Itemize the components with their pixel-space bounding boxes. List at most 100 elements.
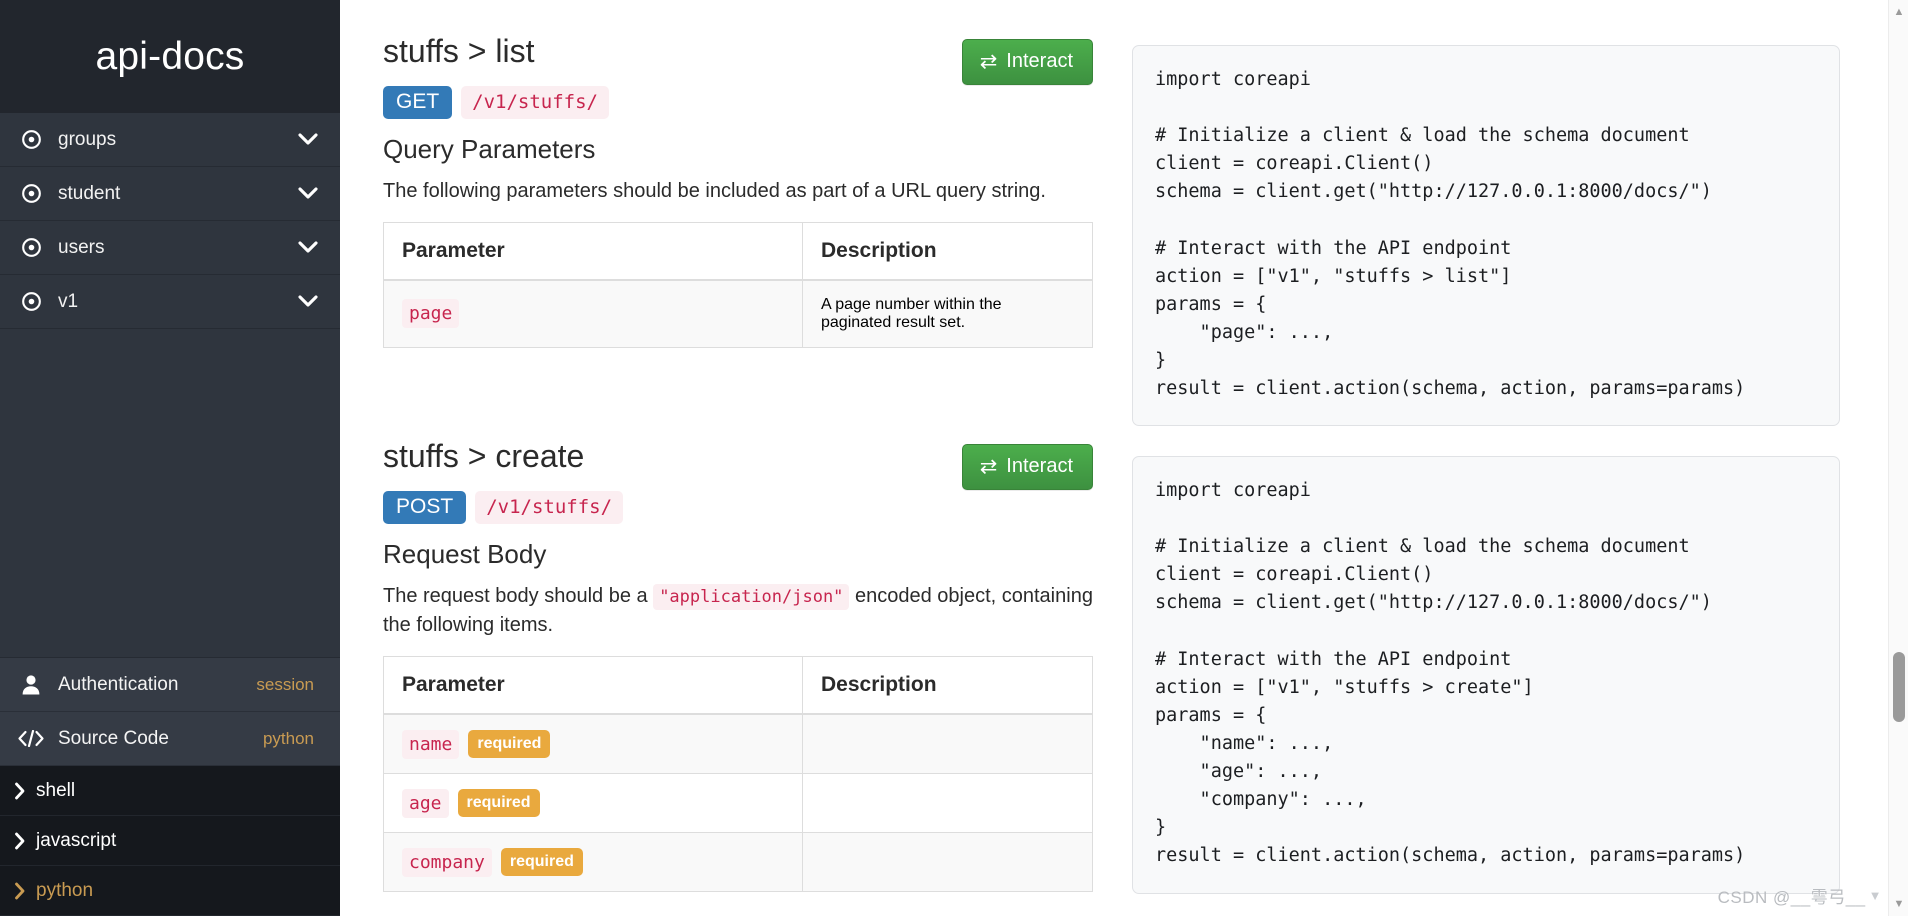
section-list-left: stuffs > list ⇄ Interact GET /v1/stuffs/… bbox=[383, 33, 1093, 348]
section-create-left: stuffs > create ⇄ Interact POST /v1/stuf… bbox=[383, 438, 1093, 892]
column-header-description: Description bbox=[803, 656, 1093, 714]
cell-parameter-name: company required bbox=[384, 832, 803, 891]
table-row: company required bbox=[384, 832, 1093, 891]
watermark-text: CSDN @__雩弓__ bbox=[1718, 883, 1866, 908]
chevron-down-icon[interactable] bbox=[298, 295, 318, 308]
parameter-name: page bbox=[402, 299, 459, 328]
cell-parameter-description bbox=[803, 714, 1093, 774]
sidebar-meta: Authentication session Source Code pytho… bbox=[0, 657, 340, 766]
vertical-scrollbar[interactable]: ▲ ▼ bbox=[1888, 0, 1908, 916]
radio-target-icon bbox=[18, 129, 44, 150]
user-icon bbox=[18, 674, 44, 695]
chevron-down-icon[interactable] bbox=[298, 241, 318, 254]
sidebar-item-v1[interactable]: v1 bbox=[0, 275, 340, 329]
swap-arrows-icon: ⇄ bbox=[980, 51, 998, 72]
query-parameters-table: Parameter Description page A page number… bbox=[383, 222, 1093, 348]
scroll-up-arrow-icon[interactable]: ▲ bbox=[1889, 2, 1908, 22]
column-header-parameter: Parameter bbox=[384, 222, 803, 280]
sidebar-language-javascript[interactable]: javascript bbox=[0, 816, 340, 866]
endpoint-path: /v1/stuffs/ bbox=[475, 491, 623, 524]
watermark: CSDN @__雩弓__ ▼ bbox=[1718, 883, 1882, 908]
sidebar-source-code-row[interactable]: Source Code python bbox=[0, 712, 340, 766]
interact-button-label: Interact bbox=[1006, 455, 1073, 478]
sidebar-item-label: student bbox=[58, 183, 298, 205]
content-type-code: "application/json" bbox=[653, 584, 849, 610]
interact-button-label: Interact bbox=[1006, 50, 1073, 73]
chevron-right-icon bbox=[14, 832, 26, 850]
endpoint-method-line-create: POST /v1/stuffs/ bbox=[383, 491, 1093, 524]
section-description-list: The following parameters should be inclu… bbox=[383, 177, 1093, 206]
column-header-description: Description bbox=[803, 222, 1093, 280]
cell-parameter-name: page bbox=[384, 280, 803, 348]
cell-parameter-description: A page number within the paginated resul… bbox=[803, 280, 1093, 348]
page-root: api-docs groups student bbox=[0, 0, 1908, 916]
chevron-right-icon bbox=[14, 782, 26, 800]
sidebar-language-label: javascript bbox=[36, 830, 116, 852]
chevron-down-icon[interactable] bbox=[298, 187, 318, 200]
endpoint-path: /v1/stuffs/ bbox=[461, 86, 609, 119]
http-method-badge: GET bbox=[383, 86, 452, 119]
required-badge: required bbox=[501, 848, 583, 876]
section-description-create: The request body should be a "applicatio… bbox=[383, 582, 1093, 640]
table-row: page A page number within the paginated … bbox=[384, 280, 1093, 348]
http-method-badge: POST bbox=[383, 491, 466, 524]
table-row: age required bbox=[384, 773, 1093, 832]
sidebar-nav: groups student users bbox=[0, 113, 340, 329]
section-list-right: import coreapi # Initialize a client & l… bbox=[1132, 45, 1840, 426]
code-brackets-icon bbox=[18, 730, 44, 747]
sidebar-item-label: users bbox=[58, 237, 298, 259]
sidebar-language-shell[interactable]: shell bbox=[0, 766, 340, 816]
parameter-name: age bbox=[402, 789, 449, 818]
description-text: The following parameters should be inclu… bbox=[383, 180, 1046, 202]
cell-parameter-description bbox=[803, 832, 1093, 891]
interact-button-list[interactable]: ⇄ Interact bbox=[962, 39, 1093, 85]
interact-button-create[interactable]: ⇄ Interact bbox=[962, 444, 1093, 490]
sidebar-item-users[interactable]: users bbox=[0, 221, 340, 275]
column-header-parameter: Parameter bbox=[384, 656, 803, 714]
radio-target-icon bbox=[18, 237, 44, 258]
sidebar-language-python[interactable]: python bbox=[0, 866, 340, 916]
sidebar-authentication-row[interactable]: Authentication session bbox=[0, 658, 340, 712]
code-sample-python-list: import coreapi # Initialize a client & l… bbox=[1155, 66, 1817, 403]
sidebar-item-label: groups bbox=[58, 129, 298, 151]
sidebar-item-label: v1 bbox=[58, 291, 298, 313]
sidebar-language-label: shell bbox=[36, 780, 75, 802]
parameter-name: company bbox=[402, 848, 492, 877]
required-badge: required bbox=[468, 730, 550, 758]
sidebar-header: api-docs bbox=[0, 0, 340, 113]
section-subtitle-request-body: Request Body bbox=[383, 539, 1093, 570]
chevron-right-icon bbox=[14, 882, 26, 900]
sidebar-spacer bbox=[0, 329, 340, 657]
required-badge: required bbox=[458, 789, 540, 817]
code-sample-python-create: import coreapi # Initialize a client & l… bbox=[1155, 477, 1817, 871]
table-header-row: Parameter Description bbox=[384, 656, 1093, 714]
watermark-caret-icon: ▼ bbox=[1869, 888, 1882, 903]
endpoint-method-line-list: GET /v1/stuffs/ bbox=[383, 86, 1093, 119]
scrollbar-thumb[interactable] bbox=[1893, 652, 1905, 722]
sidebar-meta-label: Authentication bbox=[58, 674, 256, 696]
section-subtitle-query-parameters: Query Parameters bbox=[383, 134, 1093, 165]
code-card-create: import coreapi # Initialize a client & l… bbox=[1132, 456, 1840, 894]
parameter-name: name bbox=[402, 730, 459, 759]
sidebar-item-groups[interactable]: groups bbox=[0, 113, 340, 167]
section-create-right: import coreapi # Initialize a client & l… bbox=[1132, 456, 1840, 894]
main-content: stuffs > list ⇄ Interact GET /v1/stuffs/… bbox=[340, 0, 1890, 916]
sidebar-item-student[interactable]: student bbox=[0, 167, 340, 221]
cell-parameter-name: name required bbox=[384, 714, 803, 774]
sidebar-language-label: python bbox=[36, 880, 93, 902]
table-header-row: Parameter Description bbox=[384, 222, 1093, 280]
table-row: name required bbox=[384, 714, 1093, 774]
sidebar: api-docs groups student bbox=[0, 0, 340, 916]
app-title: api-docs bbox=[95, 35, 244, 79]
cell-parameter-name: age required bbox=[384, 773, 803, 832]
scroll-down-arrow-icon[interactable]: ▼ bbox=[1889, 894, 1908, 914]
sidebar-meta-label: Source Code bbox=[58, 728, 263, 750]
description-text-prefix: The request body should be a bbox=[383, 585, 653, 607]
chevron-down-icon[interactable] bbox=[298, 133, 318, 146]
code-card-list: import coreapi # Initialize a client & l… bbox=[1132, 45, 1840, 426]
swap-arrows-icon: ⇄ bbox=[980, 456, 998, 477]
radio-target-icon bbox=[18, 183, 44, 204]
request-body-table: Parameter Description namerequired agere… bbox=[383, 656, 1093, 892]
radio-target-icon bbox=[18, 291, 44, 312]
sidebar-meta-value: python bbox=[263, 729, 314, 749]
